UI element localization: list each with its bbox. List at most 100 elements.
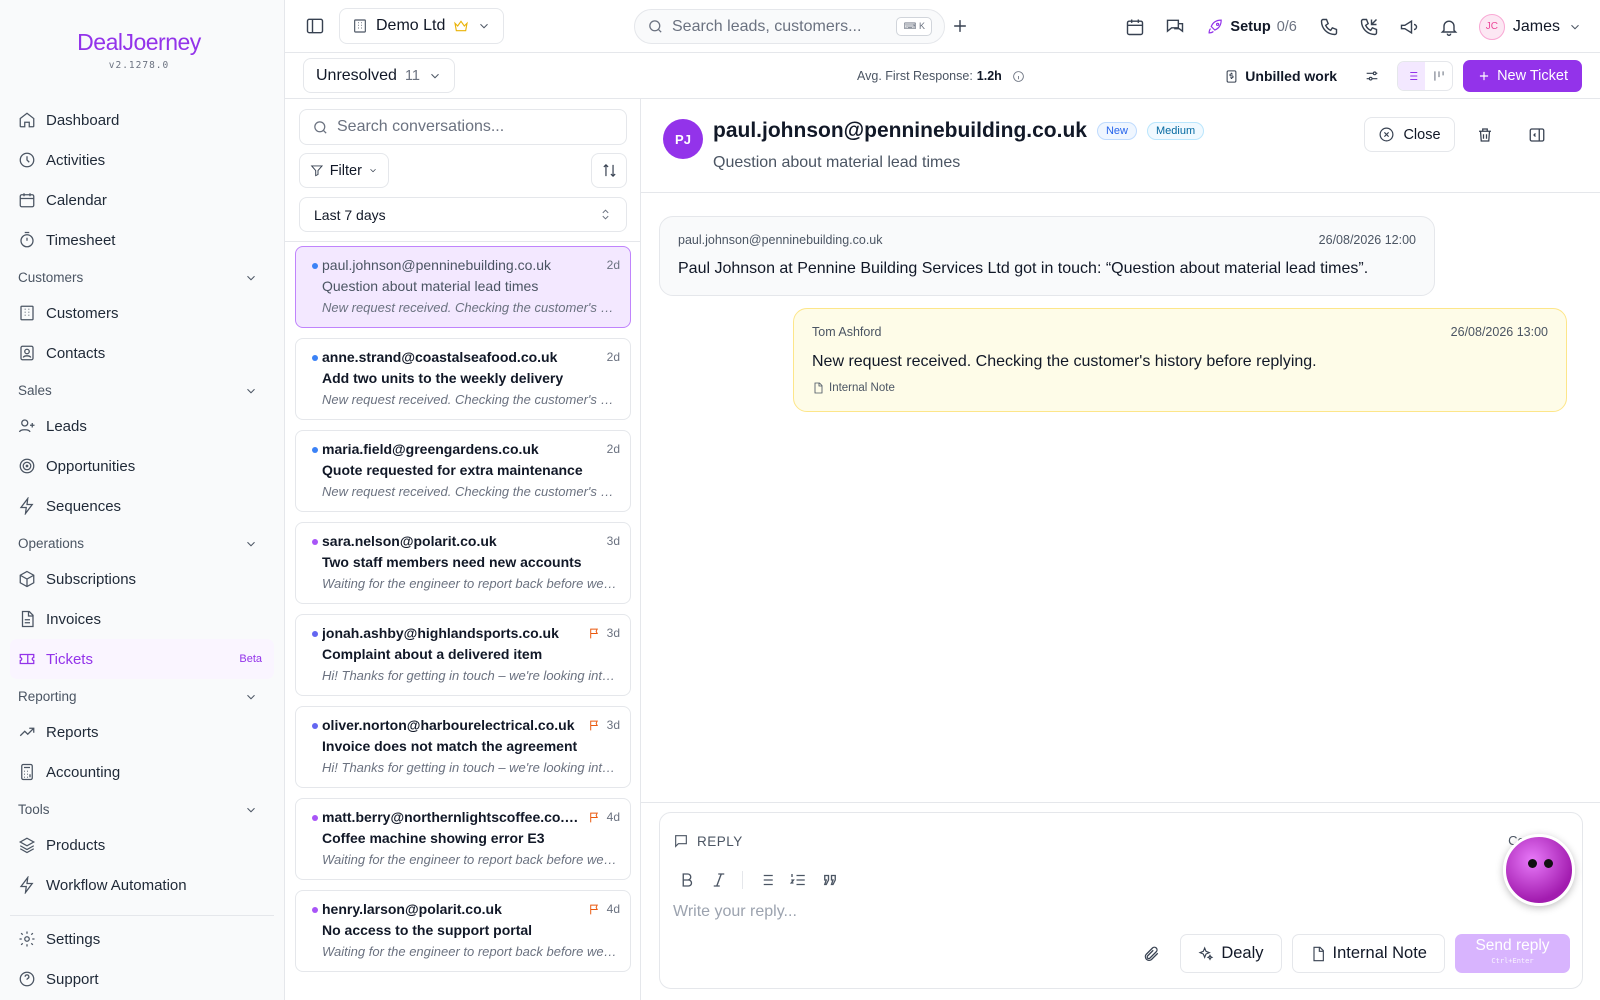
setup-progress-button[interactable]: Setup 0/6 [1197, 18, 1306, 35]
ticket-card[interactable]: maria.field@greengardens.co.uk Quote requ… [295, 430, 631, 512]
calculator-icon [21, 763, 33, 781]
messages-button[interactable] [1157, 9, 1193, 45]
attach-file-button[interactable] [1136, 939, 1166, 969]
organization-select[interactable]: Demo Ltd [339, 8, 505, 44]
status-filter-select[interactable]: Unresolved 11 [303, 58, 455, 93]
flag-icon [589, 720, 598, 730]
ticket-sender: jonah.ashby@highlandsports.co.uk [322, 625, 559, 641]
send-reply-button[interactable]: Send reply Ctrl+Enter [1455, 934, 1570, 973]
board-view-button[interactable] [1425, 62, 1452, 90]
settings-sliders-button[interactable] [1357, 61, 1387, 91]
sidebar-item-calendar[interactable]: Calendar [10, 180, 274, 220]
message-body: Paul Johnson at Pennine Building Service… [678, 260, 1369, 277]
app-version: v2.1278.0 [108, 60, 170, 71]
trash-icon [1479, 128, 1491, 142]
info-icon[interactable] [1012, 70, 1025, 83]
logo[interactable]: DealJoerney v2.1278.0 [0, 0, 284, 100]
ticket-card[interactable]: anne.strand@coastalseafood.co.uk Add two … [295, 338, 631, 420]
sidebar-item-dashboard[interactable]: Dashboard [10, 100, 274, 140]
sidebar-item-products[interactable]: Products [10, 825, 274, 865]
section-tools[interactable]: Tools [10, 794, 274, 825]
reply-tab[interactable]: REPLY [673, 833, 743, 849]
sidebar-item-accounting[interactable]: Accounting [10, 752, 274, 792]
rocket-icon [1208, 19, 1223, 34]
search-icon [314, 120, 327, 134]
help-circle-icon [19, 971, 35, 987]
global-search-input[interactable]: Search leads, customers... ⌨ K [634, 9, 945, 44]
announcements-button[interactable] [1391, 9, 1427, 45]
date-range-select[interactable]: Last 7 days [299, 197, 627, 232]
bullet-list-icon[interactable] [757, 871, 775, 889]
sidebar-item-support[interactable]: Support [10, 959, 274, 999]
ticket-sender: matt.berry@northernlightscoffee.co.uk [322, 809, 580, 825]
note-icon [814, 382, 823, 394]
main-area: Demo Ltd Search leads, customers... ⌨ K [285, 0, 1600, 1000]
unbilled-work-button[interactable]: Unbilled work [1214, 68, 1347, 84]
user-menu[interactable]: JC James [1478, 13, 1582, 40]
mascot-eye [1528, 859, 1537, 868]
reply-textarea[interactable]: Write your reply... [673, 903, 797, 921]
ticket-sender: henry.larson@polarit.co.uk [322, 901, 502, 917]
priority-badge[interactable]: Medium [1146, 122, 1205, 140]
ticket-card[interactable]: oliver.norton@harbourelectrical.co.uk Inv… [295, 706, 631, 788]
sidebar-item-customers[interactable]: Customers [10, 293, 274, 333]
ticket-card[interactable]: paul.johnson@penninebuilding.co.uk Questi… [295, 246, 631, 328]
ticket-card[interactable]: matt.berry@northernlightscoffee.co.uk Cof… [295, 798, 631, 880]
bold-icon[interactable] [678, 871, 696, 889]
calendar-button[interactable] [1117, 9, 1153, 45]
assistant-mascot-button[interactable] [1503, 834, 1575, 906]
sidebar-item-subscriptions[interactable]: Subscriptions [10, 559, 274, 599]
section-sales[interactable]: Sales [10, 375, 274, 406]
toggle-sidebar-button[interactable] [297, 8, 333, 44]
new-ticket-button[interactable]: New Ticket [1463, 60, 1582, 92]
sidebar-item-reports[interactable]: Reports [10, 712, 274, 752]
sort-button[interactable] [591, 153, 627, 188]
sidebar-item-timesheet[interactable]: Timesheet [10, 220, 274, 260]
filter-button[interactable]: Filter [299, 153, 389, 188]
section-operations[interactable]: Operations [10, 528, 274, 559]
ticket-age: 4d [588, 902, 620, 916]
list-view-button[interactable] [1398, 62, 1426, 90]
sliders-icon [1366, 71, 1378, 81]
ticket-card[interactable]: henry.larson@polarit.co.uk No access to t… [295, 890, 631, 972]
numbered-list-icon[interactable] [789, 871, 807, 889]
close-ticket-button[interactable]: Close [1364, 117, 1455, 152]
topbar-actions: Setup 0/6 JC James [1117, 0, 1582, 53]
italic-icon[interactable] [710, 871, 728, 889]
notifications-button[interactable] [1431, 9, 1467, 45]
sidebar-item-activities[interactable]: Activities [10, 140, 274, 180]
quick-add-button[interactable] [942, 8, 978, 44]
ticket-card[interactable]: sara.nelson@polarit.co.uk Two staff membe… [295, 522, 631, 604]
contact-email[interactable]: paul.johnson@penninebuilding.co.uk [713, 119, 1087, 143]
unread-dot [312, 263, 318, 269]
status-badge[interactable]: New [1096, 122, 1137, 140]
section-label: Tools [18, 802, 50, 817]
organization-name: Demo Ltd [376, 17, 446, 34]
sidebar-item-invoices[interactable]: Invoices [10, 599, 274, 639]
calendar-icon [1127, 19, 1144, 35]
sidebar-item-contacts[interactable]: Contacts [10, 333, 274, 373]
sidebar-item-label: Leads [46, 417, 87, 435]
call-log-button[interactable] [1351, 9, 1387, 45]
phone-button[interactable] [1311, 9, 1347, 45]
internal-note-button[interactable]: Internal Note [1291, 934, 1445, 973]
message-internal-note: Tom Ashford 26/08/2026 13:00 New request… [793, 308, 1567, 412]
sidebar-item-tickets[interactable]: Tickets Beta [10, 639, 274, 679]
sidebar-item-sequences[interactable]: Sequences [10, 486, 274, 526]
quote-icon[interactable] [821, 871, 839, 889]
logo-text: DealJoerney [77, 29, 201, 55]
delete-ticket-button[interactable] [1471, 121, 1499, 149]
toggle-details-panel-button[interactable] [1523, 121, 1551, 149]
conversation-search-input[interactable]: Search conversations... [299, 109, 627, 145]
sidebar-item-workflow-automation[interactable]: Workflow Automation [10, 865, 274, 905]
section-label: Customers [18, 270, 84, 285]
sidebar-item-leads[interactable]: Leads [10, 406, 274, 446]
section-customers[interactable]: Customers [10, 262, 274, 293]
sidebar-item-settings[interactable]: Settings [10, 919, 274, 959]
target-icon [19, 458, 35, 474]
sidebar-toggle-icon [306, 18, 324, 34]
dealy-ai-button[interactable]: Dealy [1180, 934, 1282, 973]
sidebar-item-opportunities[interactable]: Opportunities [10, 446, 274, 486]
ticket-card[interactable]: jonah.ashby@highlandsports.co.uk Complain… [295, 614, 631, 696]
section-reporting[interactable]: Reporting [10, 681, 274, 712]
